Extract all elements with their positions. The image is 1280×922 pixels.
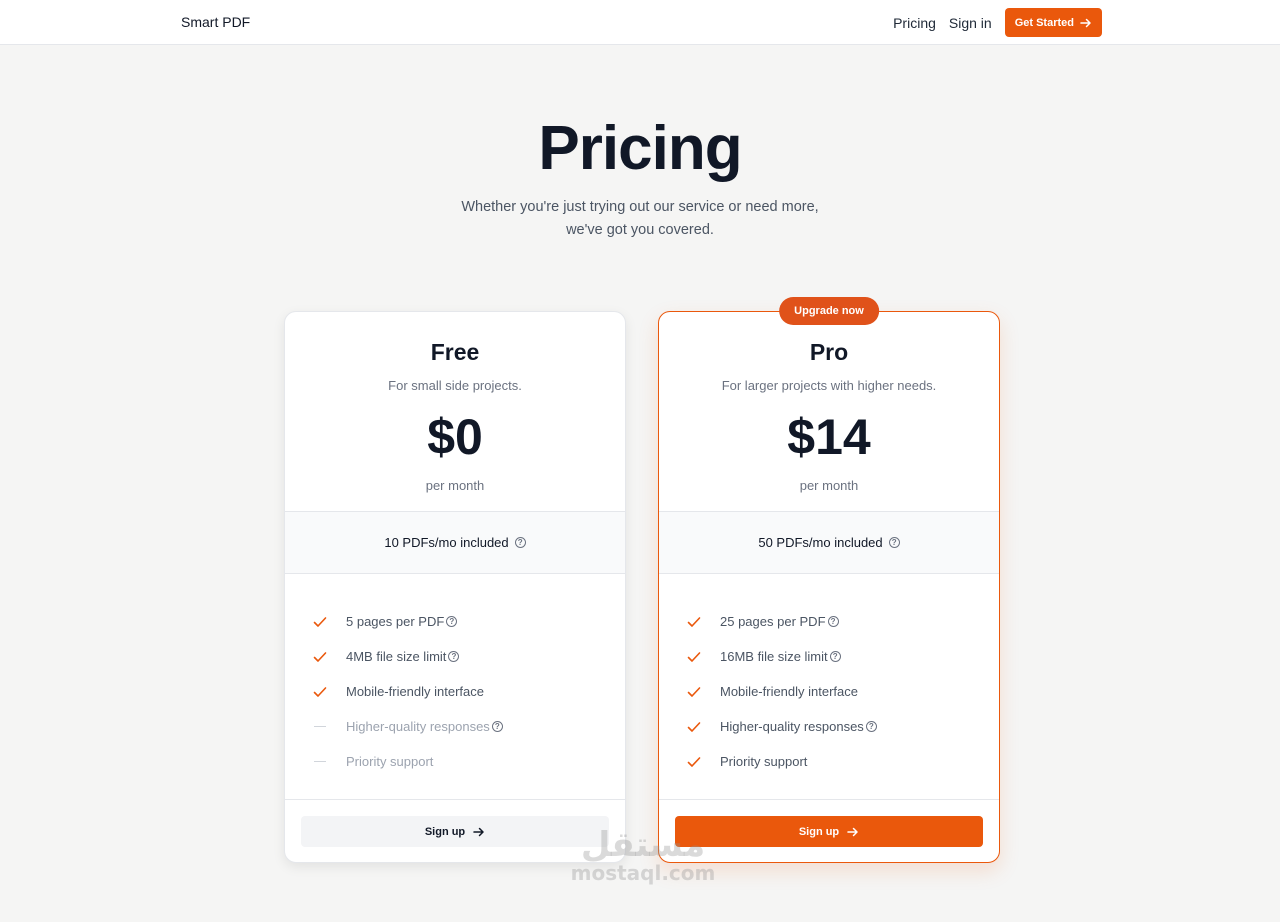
plan-period: per month [799,478,859,493]
feature-item: Priority support [686,744,976,779]
feature-label: 16MB file size limit [720,649,828,664]
check-icon [687,686,701,697]
feature-label: 5 pages per PDF [346,614,445,629]
plan-description: For small side projects. [388,378,522,393]
plan-price: $0 [427,409,483,465]
check-icon [313,686,327,697]
quota-label: 10 PDFs/mo included [384,535,509,550]
feature-label: Higher-quality responses [720,719,864,734]
watermark: مستقل mostaql.com [563,828,723,884]
help-circle-icon[interactable]: ? [888,537,900,548]
signup-label: Sign up [798,825,840,838]
subtitle-line-1: Whether you're just trying out our servi… [461,199,819,215]
help-circle-icon[interactable]: ? [446,616,458,627]
get-started-button[interactable]: Get Started [1004,8,1102,37]
check-icon [687,721,701,732]
plan-period: per month [425,478,485,493]
feature-item: Higher-quality responses ? [312,709,602,744]
plan-quota: 10 PDFs/mo included ? [285,511,625,574]
plan-price: $14 [787,409,871,465]
feature-item: Mobile-friendly interface [312,674,602,709]
help-circle-icon[interactable]: ? [865,721,877,732]
dash-icon [314,761,326,762]
plan-card-pro: Upgrade now Pro For larger projects with… [658,297,1000,863]
feature-label: Priority support [346,754,434,769]
card-divider [659,799,999,800]
arrow-right-icon [1080,18,1091,27]
check-icon [313,616,327,627]
arrow-right-icon [473,827,484,836]
feature-item: Priority support [312,744,602,779]
plan-name: Pro [809,339,849,365]
watermark-latin: mostaql.com [570,861,716,885]
help-circle-icon[interactable]: ? [448,651,460,662]
feature-label: Higher-quality responses [346,719,490,734]
watermark-arabic: مستقل [580,825,706,865]
nav-link-pricing[interactable]: Pricing [893,9,936,37]
plan-card-free: Free For small side projects. $0 per mon… [284,311,626,863]
page-subtitle: Whether you're just trying out our servi… [440,196,840,242]
upgrade-badge: Upgrade now [779,297,879,325]
brand-logo[interactable]: Smart PDF [181,14,250,30]
feature-item: 5 pages per PDF ? [312,604,602,639]
feature-item: Mobile-friendly interface [686,674,976,709]
help-circle-icon[interactable]: ? [491,721,503,732]
check-icon [687,616,701,627]
help-circle-icon[interactable]: ? [514,537,526,548]
quota-label: 50 PDFs/mo included [758,535,883,550]
feature-label: 4MB file size limit [346,649,447,664]
plan-quota: 50 PDFs/mo included ? [659,511,999,574]
feature-item: Higher-quality responses ? [686,709,976,744]
dash-icon [314,726,326,727]
plan-name: Free [430,339,480,365]
feature-item: 25 pages per PDF ? [686,604,976,639]
feature-label: 25 pages per PDF [720,614,826,629]
subtitle-line-2: we've got you covered. [566,222,714,238]
plan-description: For larger projects with higher needs. [721,378,937,393]
card-divider [285,799,625,800]
feature-item: 4MB file size limit ? [312,639,602,674]
help-circle-icon[interactable]: ? [827,616,839,627]
nav-link-sign-in[interactable]: Sign in [949,9,992,37]
help-circle-icon[interactable]: ? [829,651,841,662]
feature-label: Mobile-friendly interface [346,684,485,699]
check-icon [313,651,327,662]
check-icon [687,651,701,662]
feature-item: 16MB file size limit ? [686,639,976,674]
page-title: Pricing [538,114,742,183]
feature-list: 5 pages per PDF ? 4MB file size limit ? … [312,604,602,779]
nav-actions: Pricing Sign in Get Started [893,8,1102,37]
check-icon [687,756,701,767]
feature-list: 25 pages per PDF ? 16MB file size limit … [686,604,976,779]
navbar: Smart PDF Pricing Sign in Get Started [0,0,1280,45]
feature-label: Mobile-friendly interface [720,684,859,699]
get-started-label: Get Started [1014,16,1074,29]
arrow-right-icon [847,827,858,836]
signup-label: Sign up [424,825,466,838]
feature-label: Priority support [720,754,808,769]
